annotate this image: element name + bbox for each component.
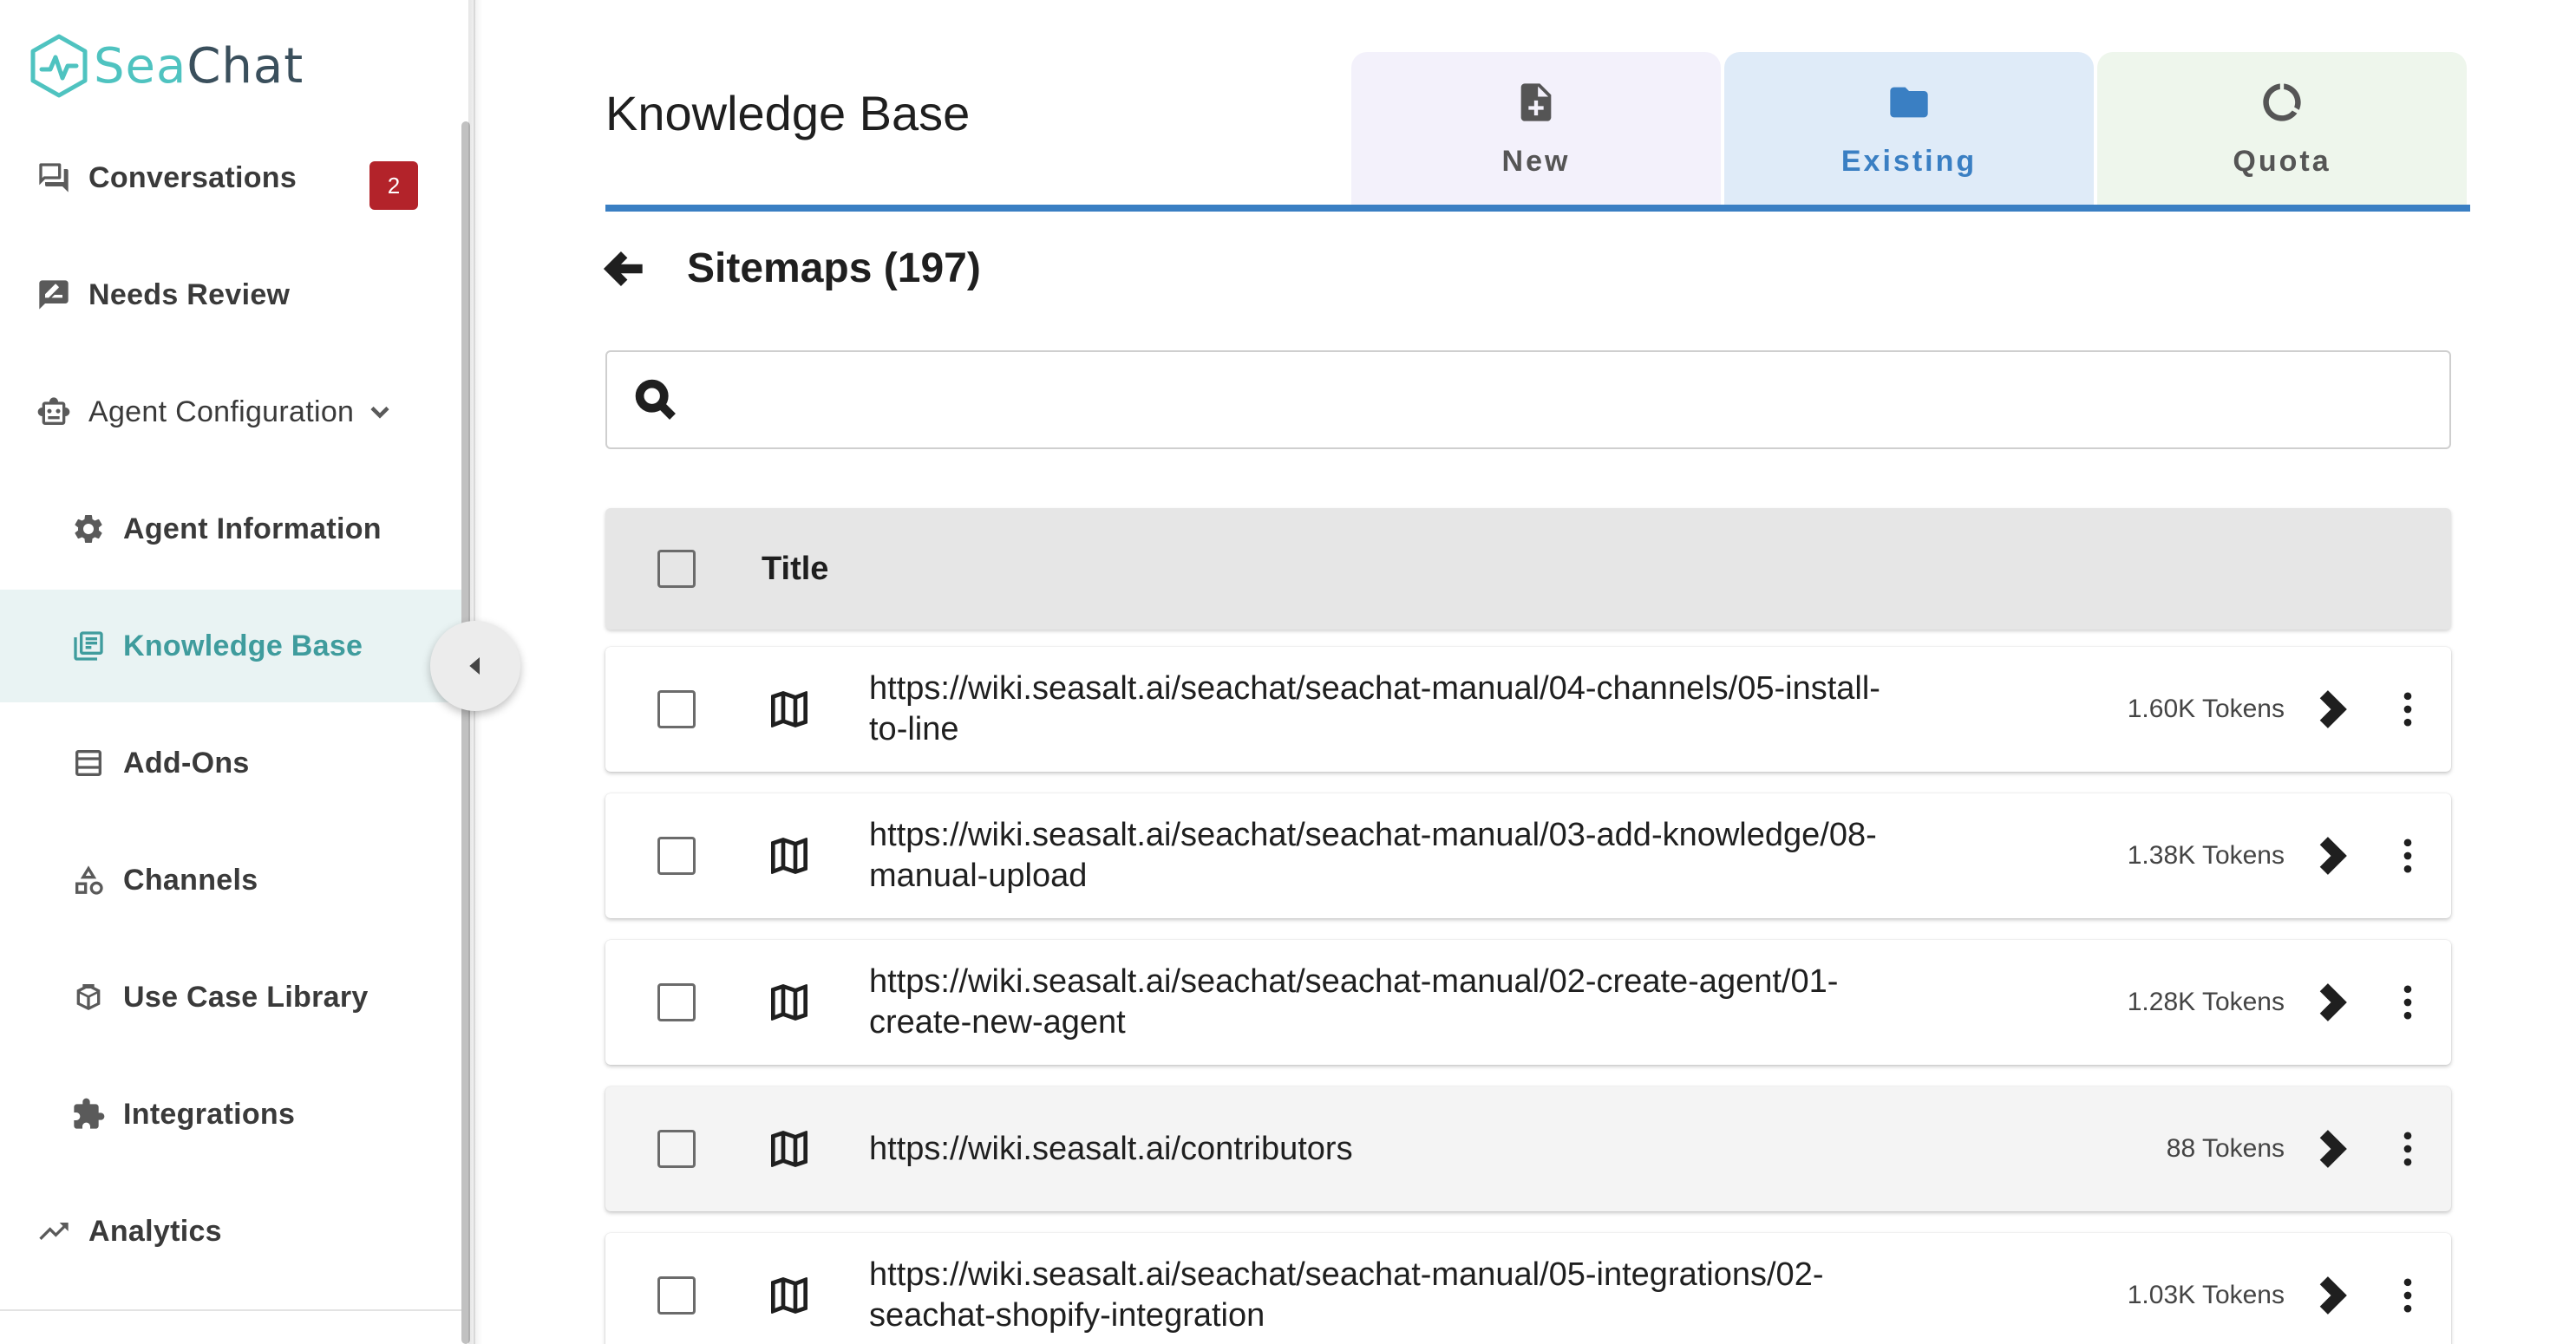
- row-checkbox[interactable]: [657, 983, 696, 1021]
- row-title: https://wiki.seasalt.ai/contributors: [869, 1130, 1353, 1167]
- trending-up-icon: [35, 1212, 73, 1250]
- more-vert-icon[interactable]: [2385, 980, 2430, 1025]
- search-input[interactable]: [678, 352, 2449, 447]
- tab-label: Quota: [2233, 145, 2331, 178]
- shapes-icon: [69, 861, 108, 899]
- table-row[interactable]: https://wiki.seasalt.ai/seachat/seachat-…: [605, 1233, 2451, 1344]
- row-checkbox[interactable]: [657, 1276, 696, 1315]
- more-vert-icon[interactable]: [2385, 1273, 2430, 1318]
- logo-text-sea: Sea: [94, 37, 187, 95]
- donut-icon: [2259, 80, 2305, 129]
- logo-text-chat: Chat: [186, 37, 304, 95]
- sidebar-item-needs-review[interactable]: Needs Review: [0, 238, 461, 351]
- rate-review-icon: [35, 276, 73, 314]
- column-header-title: Title: [762, 550, 829, 587]
- box-icon: [69, 978, 108, 1016]
- row-title: https://wiki.seasalt.ai/seachat/seachat-…: [869, 817, 1877, 894]
- sidebar-item-label: Integrations: [123, 1097, 296, 1131]
- back-button[interactable]: [598, 241, 654, 297]
- row-title: https://wiki.seasalt.ai/seachat/seachat-…: [869, 1256, 1824, 1334]
- sidebar-item-integrations[interactable]: Integrations: [0, 1058, 461, 1171]
- seachat-logo-icon: [30, 34, 88, 98]
- sidebar-item-channels[interactable]: Channels: [0, 824, 461, 936]
- sidebar-item-label: Agent Information: [123, 512, 382, 545]
- sidebar-item-label: Needs Review: [88, 277, 291, 311]
- row-checkbox[interactable]: [657, 1130, 696, 1168]
- section-title: Sitemaps (197): [687, 245, 981, 291]
- conversations-count-badge: 2: [369, 161, 418, 210]
- row-token-count: 1.60K Tokens: [2127, 695, 2285, 723]
- search-box: [605, 350, 2451, 449]
- chevron-right-icon[interactable]: [2309, 1273, 2354, 1318]
- logo-text: SeaChat: [94, 38, 304, 95]
- app-root: SeaChat Conversations 2 Needs Review Age…: [0, 0, 2576, 1344]
- map-icon: [765, 978, 814, 1027]
- tab-label: Existing: [1840, 145, 1978, 178]
- puzzle-icon: [69, 1095, 108, 1133]
- arrow-left-icon: [603, 251, 643, 287]
- tab-new[interactable]: New: [1351, 52, 1721, 206]
- tab-label: New: [1501, 145, 1571, 178]
- table-row[interactable]: https://wiki.seasalt.ai/contributors 88 …: [605, 1086, 2451, 1211]
- row-title: https://wiki.seasalt.ai/seachat/seachat-…: [869, 963, 1839, 1041]
- sidebar-item-label: Channels: [123, 863, 258, 897]
- robot-icon: [35, 393, 73, 431]
- row-checkbox[interactable]: [657, 690, 696, 728]
- search-icon: [633, 377, 678, 422]
- sidebar-item-label: Analytics: [88, 1214, 222, 1248]
- chevron-down-icon: [364, 396, 396, 427]
- sidebar-item-label: Knowledge Base: [123, 629, 363, 662]
- row-token-count: 1.38K Tokens: [2127, 841, 2285, 870]
- map-icon: [765, 685, 814, 734]
- select-all-checkbox[interactable]: [657, 550, 696, 588]
- more-vert-icon[interactable]: [2385, 1126, 2430, 1171]
- sidebar-item-conversations[interactable]: Conversations 2: [0, 121, 461, 234]
- chevron-right-icon[interactable]: [2309, 1126, 2354, 1171]
- conversations-icon: [35, 159, 73, 197]
- sidebar-item-use-case-library[interactable]: Use Case Library: [0, 941, 461, 1054]
- table-row[interactable]: https://wiki.seasalt.ai/seachat/seachat-…: [605, 647, 2451, 772]
- row-token-count: 88 Tokens: [2166, 1134, 2285, 1163]
- tab-indicator-bar: [605, 205, 2470, 212]
- table-header: Title: [605, 508, 2451, 630]
- tab-quota[interactable]: Quota: [2097, 52, 2467, 206]
- page-title: Knowledge Base: [605, 86, 971, 140]
- sidebar-divider-line: [0, 1309, 461, 1311]
- folder-icon: [1886, 80, 1932, 129]
- sidebar-item-agent-information[interactable]: Agent Information: [0, 473, 461, 585]
- row-token-count: 1.03K Tokens: [2127, 1281, 2285, 1309]
- sidebar-item-knowledge-base[interactable]: Knowledge Base: [0, 590, 461, 702]
- row-checkbox[interactable]: [657, 837, 696, 875]
- sidebar: SeaChat Conversations 2 Needs Review Age…: [0, 0, 475, 1344]
- map-icon: [765, 1125, 814, 1173]
- list-icon: [69, 744, 108, 782]
- table-row[interactable]: https://wiki.seasalt.ai/seachat/seachat-…: [605, 793, 2451, 918]
- sidebar-item-label: Conversations: [88, 160, 297, 194]
- sidebar-item-analytics[interactable]: Analytics: [0, 1175, 461, 1288]
- tab-existing[interactable]: Existing: [1724, 52, 2094, 206]
- chevron-right-icon[interactable]: [2309, 833, 2354, 878]
- library-books-icon: [69, 627, 108, 665]
- seachat-logo[interactable]: SeaChat: [26, 31, 304, 101]
- row-token-count: 1.28K Tokens: [2127, 988, 2285, 1016]
- row-title: https://wiki.seasalt.ai/seachat/seachat-…: [869, 670, 1880, 747]
- more-vert-icon[interactable]: [2385, 833, 2430, 878]
- collapse-sidebar-button[interactable]: [430, 621, 520, 711]
- note-add-icon: [1514, 80, 1559, 129]
- sidebar-item-add-ons[interactable]: Add-Ons: [0, 707, 461, 819]
- gear-icon: [69, 510, 108, 548]
- caret-left-icon: [469, 657, 480, 675]
- map-icon: [765, 832, 814, 880]
- sidebar-item-label: Use Case Library: [123, 980, 369, 1014]
- sidebar-item-label: Agent Configuration: [88, 395, 355, 428]
- table-row[interactable]: https://wiki.seasalt.ai/seachat/seachat-…: [605, 940, 2451, 1065]
- more-vert-icon[interactable]: [2385, 687, 2430, 732]
- chevron-right-icon[interactable]: [2309, 980, 2354, 1025]
- sidebar-item-agent-configuration[interactable]: Agent Configuration: [0, 356, 461, 468]
- chevron-right-icon[interactable]: [2309, 687, 2354, 732]
- map-icon: [765, 1271, 814, 1320]
- sidebar-item-label: Add-Ons: [123, 746, 250, 780]
